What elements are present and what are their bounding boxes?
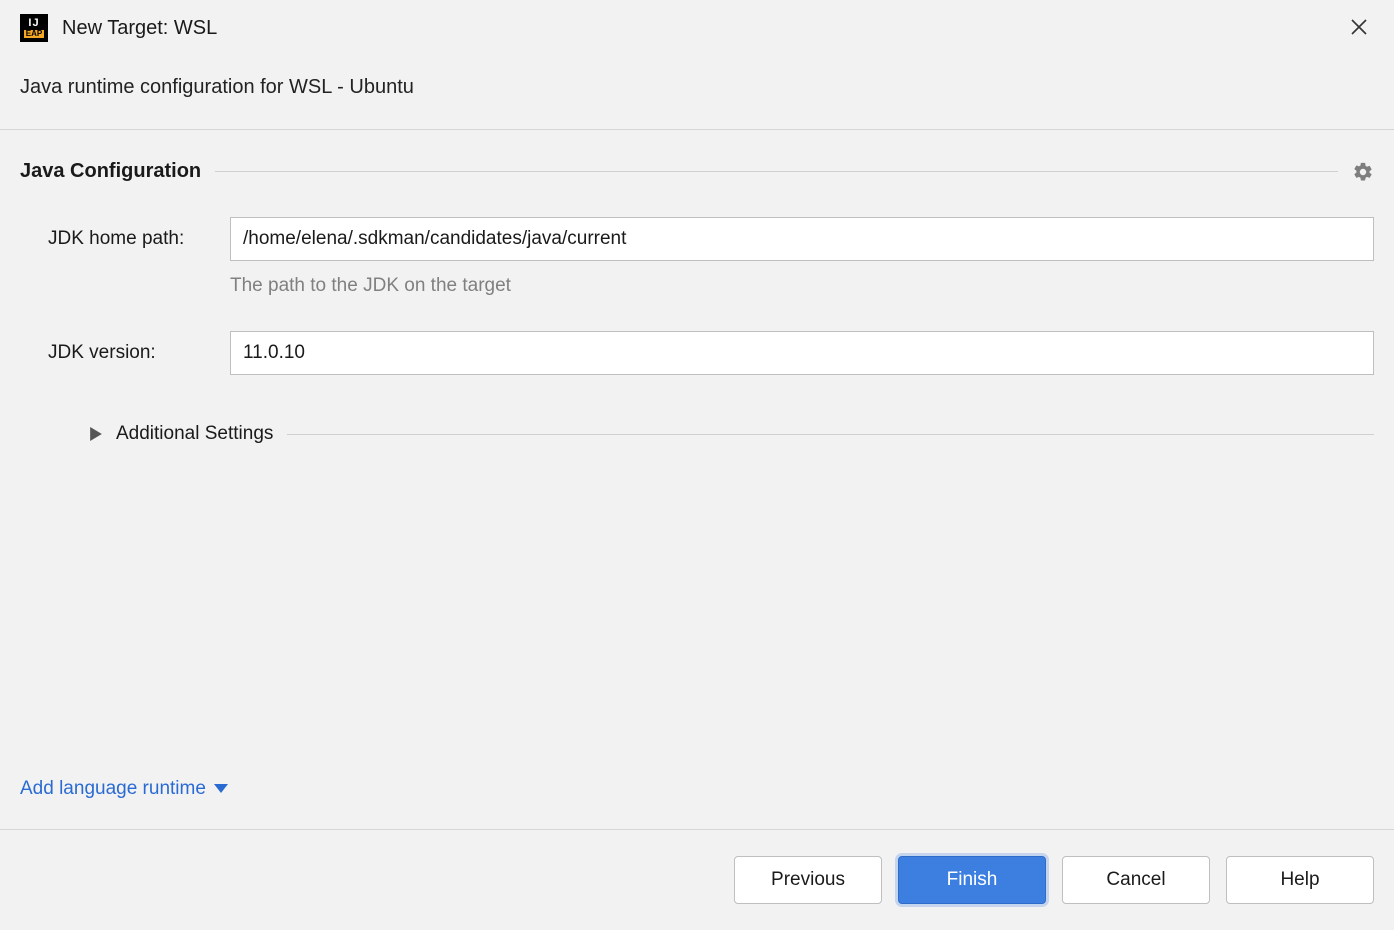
additional-settings-toggle[interactable]: Additional Settings [48,423,1374,445]
additional-settings-divider-line [287,434,1374,435]
window-title: New Target: WSL [62,17,1344,40]
add-language-runtime-link[interactable]: Add language runtime [20,778,228,800]
jdk-version-row: JDK version: [48,331,1374,375]
section-title: Java Configuration [20,160,201,183]
jdk-home-path-input[interactable] [230,217,1374,261]
jdk-home-path-label: JDK home path: [48,228,230,250]
gear-icon[interactable] [1352,161,1374,183]
finish-button[interactable]: Finish [898,856,1046,904]
app-icon: IJEAP [20,14,48,42]
jdk-home-path-hint: The path to the JDK on the target [230,275,1374,297]
help-button[interactable]: Help [1226,856,1374,904]
cancel-button[interactable]: Cancel [1062,856,1210,904]
title-bar: IJEAP New Target: WSL [0,0,1394,58]
add-language-runtime-label: Add language runtime [20,778,206,800]
additional-settings-label: Additional Settings [116,423,273,445]
section-divider-line [215,171,1338,172]
chevron-down-icon [214,784,228,794]
dialog-subtitle: Java runtime configuration for WSL - Ubu… [0,58,1394,129]
previous-button[interactable]: Previous [734,856,882,904]
dialog-footer: Previous Finish Cancel Help [0,830,1394,930]
jdk-home-path-row: JDK home path: [48,217,1374,261]
chevron-right-icon [90,427,102,441]
jdk-version-label: JDK version: [48,342,230,364]
jdk-version-input[interactable] [230,331,1374,375]
section-header: Java Configuration [20,160,1374,183]
close-icon[interactable] [1344,15,1374,41]
